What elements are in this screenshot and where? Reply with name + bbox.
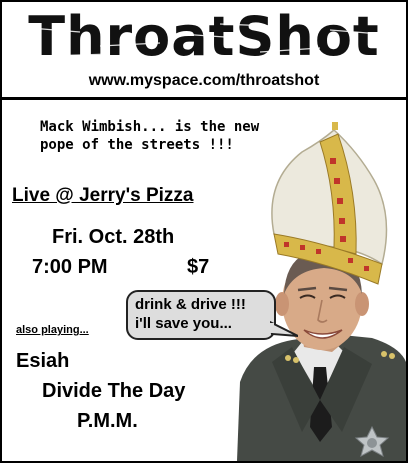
right-lapel <box>320 347 372 432</box>
left-eye <box>299 294 316 299</box>
header-banner: ThroatShot www.myspace.com/throatshot <box>2 2 406 100</box>
band-esiah: Esiah <box>16 350 70 372</box>
right-ear <box>355 292 369 316</box>
band-pmm: P.M.M. <box>77 410 138 432</box>
event-time: 7:00 PM <box>32 256 108 278</box>
tagline: Mack Wimbish... is the new pope of the s… <box>40 119 260 153</box>
myspace-url[interactable]: www.myspace.com/throatshot <box>2 72 406 90</box>
sheriff-star-badge-icon <box>354 425 390 458</box>
left-lapel <box>272 347 320 432</box>
smile <box>303 329 343 339</box>
neck <box>300 320 344 352</box>
event-venue-title: Live @ Jerry's Pizza <box>12 185 194 206</box>
left-ear <box>275 292 289 316</box>
shirt-collar <box>294 342 344 397</box>
hair <box>284 250 362 294</box>
band-divide-the-day: Divide The Day <box>42 380 186 402</box>
collar-insignia <box>285 351 395 363</box>
necktie <box>310 367 332 442</box>
also-playing-label: also playing... <box>16 324 89 336</box>
right-brow <box>328 286 348 292</box>
ticket-price: $7 <box>187 256 210 278</box>
left-brow <box>297 286 317 292</box>
flyer-poster: ThroatShot www.myspace.com/throatshot Ma… <box>0 0 408 463</box>
right-eye <box>329 294 346 299</box>
event-date: Fri. Oct. 28th <box>52 226 175 248</box>
nose <box>317 299 328 323</box>
uniform-shoulders <box>237 334 406 461</box>
speech-bubble-text: drink & drive !!! i'll save you... <box>135 296 246 332</box>
band-logo: ThroatShot <box>28 5 380 68</box>
